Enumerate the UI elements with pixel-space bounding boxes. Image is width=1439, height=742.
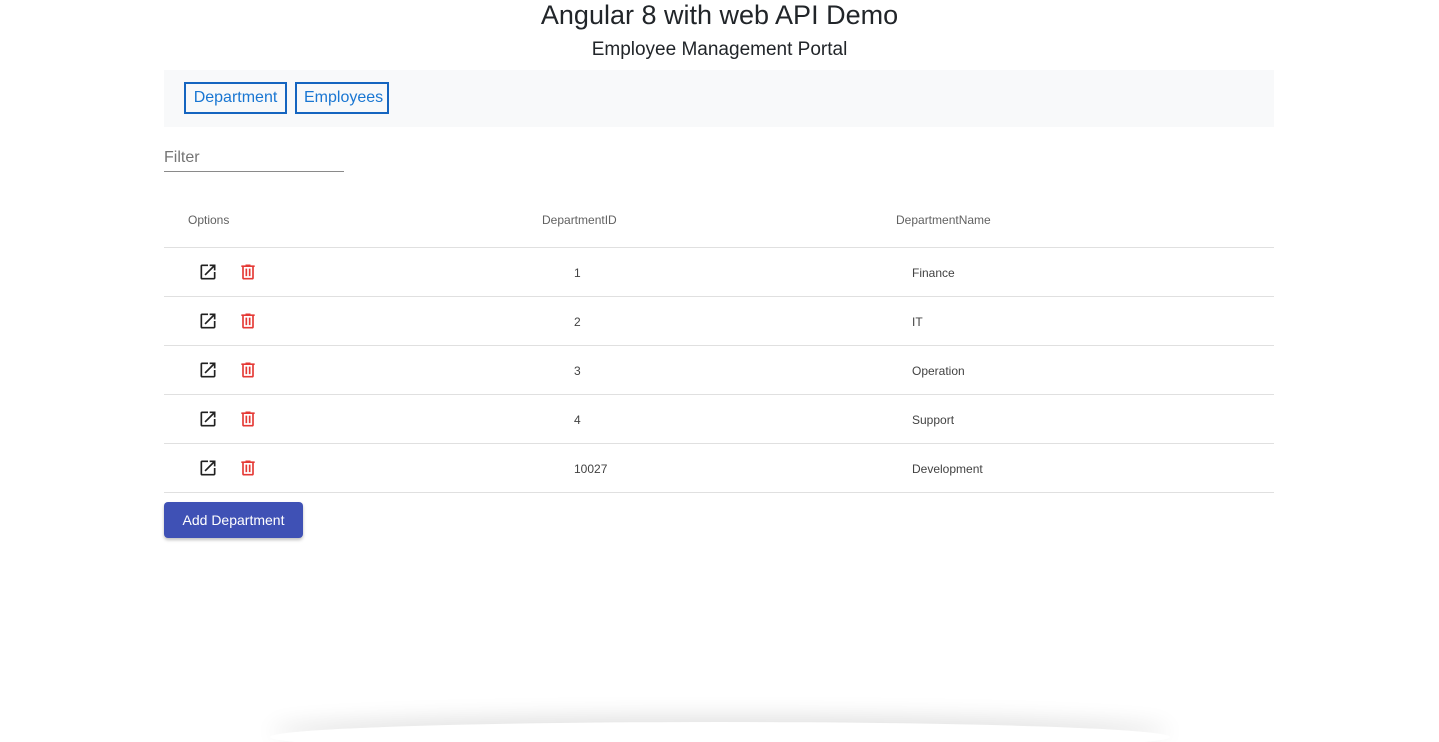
delete-icon[interactable] xyxy=(236,407,260,431)
cell-department-name: Development xyxy=(912,462,983,476)
cell-department-id: 1 xyxy=(574,266,581,280)
column-header-department-name: DepartmentName xyxy=(896,213,991,227)
delete-icon[interactable] xyxy=(236,456,260,480)
table-row: 1 Finance xyxy=(164,248,1274,297)
nav-department-button[interactable]: Department xyxy=(184,82,287,114)
cell-department-id: 10027 xyxy=(574,462,608,476)
edit-icon[interactable] xyxy=(196,407,220,431)
page-title: Angular 8 with web API Demo xyxy=(540,0,899,30)
filter-field xyxy=(164,140,344,172)
edit-icon[interactable] xyxy=(196,456,220,480)
table-row: 3 Operation xyxy=(164,346,1274,395)
filter-input[interactable] xyxy=(164,140,344,170)
table-row: 2 IT xyxy=(164,297,1274,346)
cell-department-id: 2 xyxy=(574,315,581,329)
edit-icon[interactable] xyxy=(196,309,220,333)
table-row: 10027 Development xyxy=(164,444,1274,493)
edit-icon[interactable] xyxy=(196,358,220,382)
edit-icon[interactable] xyxy=(196,260,220,284)
department-table: Options DepartmentID DepartmentName 1 Fin… xyxy=(164,196,1274,493)
cell-department-name: Operation xyxy=(912,364,965,378)
nav-employees-button[interactable]: Employees xyxy=(295,82,389,114)
delete-icon[interactable] xyxy=(236,260,260,284)
page-subtitle: Employee Management Portal xyxy=(591,39,848,60)
delete-icon[interactable] xyxy=(236,309,260,333)
add-department-button[interactable]: Add Department xyxy=(164,502,303,538)
delete-icon[interactable] xyxy=(236,358,260,382)
bottom-shadow xyxy=(270,722,1170,742)
column-header-options: Options xyxy=(188,213,230,227)
table-row: 4 Support xyxy=(164,395,1274,444)
cell-department-name: IT xyxy=(912,315,923,329)
navbar: Department Employees xyxy=(164,70,1274,127)
table-body: 1 Finance 2 IT 3 Operation 4 Support 10027 Develo… xyxy=(164,248,1274,493)
cell-department-name: Finance xyxy=(912,266,955,280)
table-header-row: Options DepartmentID DepartmentName xyxy=(164,196,1274,248)
cell-department-id: 4 xyxy=(574,413,581,427)
column-header-department-id: DepartmentID xyxy=(542,213,617,227)
cell-department-name: Support xyxy=(912,413,955,427)
cell-department-id: 3 xyxy=(574,364,581,378)
